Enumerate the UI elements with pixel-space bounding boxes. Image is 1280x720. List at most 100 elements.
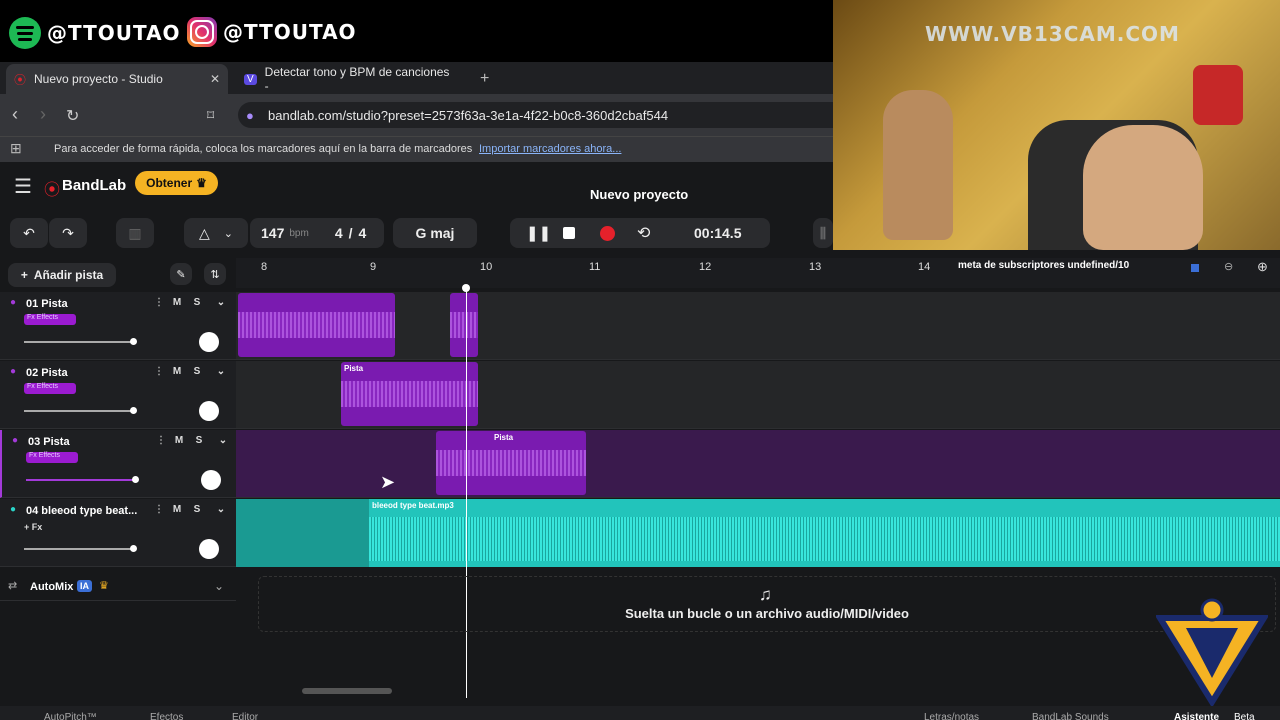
track-lane-2[interactable]: Pista <box>236 361 1280 429</box>
settings-button[interactable]: ⇅ <box>204 263 226 285</box>
chevron-down-icon[interactable]: ⌄ <box>214 504 228 518</box>
pan-knob[interactable] <box>199 332 219 352</box>
add-track-button[interactable]: + Añadir pista <box>8 263 116 287</box>
record-icon[interactable] <box>600 225 615 241</box>
audio-clip[interactable]: bleeod type beat.mp3 <box>369 499 1280 567</box>
zoom-in-icon[interactable]: ⊕ <box>1257 259 1268 275</box>
tab-label: Nuevo proyecto - Studio <box>34 72 163 86</box>
fx-button[interactable]: + Fx <box>24 522 42 532</box>
bandlab-logo-icon: ⦿ <box>44 182 61 199</box>
menu-icon[interactable]: ☰ <box>14 174 32 199</box>
keyboard-button[interactable]: ▥ <box>116 218 154 248</box>
horizontal-scrollbar[interactable] <box>302 688 392 694</box>
get-button[interactable]: Obtener ♛ <box>135 171 218 195</box>
crown-icon: ♛ <box>99 580 109 592</box>
close-icon[interactable]: ✕ <box>210 72 220 86</box>
spotify-icon <box>9 17 41 49</box>
playhead[interactable] <box>466 288 467 698</box>
tab-label: Detectar tono y BPM de canciones - <box>264 65 450 93</box>
key-button[interactable]: G maj <box>393 218 477 248</box>
track-lane-4[interactable]: bleeod type beat.mp3 <box>236 499 1280 567</box>
audio-clip[interactable]: Pista <box>341 362 478 426</box>
watermark: WWW.VB13CAM.COM <box>925 22 1180 46</box>
snap-icon[interactable] <box>1191 264 1199 272</box>
loop-icon[interactable]: ⟲ <box>637 223 650 243</box>
assistant-button[interactable]: Asistente <box>1174 712 1219 720</box>
forward-icon[interactable]: › <box>40 104 46 125</box>
apps-icon[interactable]: ⊞ <box>10 140 22 157</box>
more-icon[interactable]: ⋮ <box>152 297 166 311</box>
track-header-3[interactable]: ● 03 Pista Fx Effects ⋮ M S ⌄ <box>0 430 236 498</box>
solo-button[interactable]: S <box>190 297 204 311</box>
mixer-button[interactable]: ⫼ <box>813 218 833 248</box>
more-icon[interactable]: ⋮ <box>152 504 166 518</box>
bandlab-favicon-icon: ⦿ <box>14 72 27 87</box>
mute-button[interactable]: M <box>172 435 186 449</box>
site-favicon-icon: V <box>244 73 257 85</box>
volume-slider[interactable] <box>26 476 139 483</box>
drop-zone[interactable]: ♫ Suelta un bucle o un archivo audio/MID… <box>258 576 1276 632</box>
tab-detect-key[interactable]: V Detectar tono y BPM de canciones - <box>236 64 464 94</box>
tool-button[interactable]: ✎ <box>170 263 192 285</box>
ruler-tick: 12 <box>699 261 712 273</box>
reload-icon[interactable]: ↻ <box>66 106 79 126</box>
sliders-icon: ⇅ <box>210 268 220 281</box>
automix-row[interactable]: ⇄ AutoMix IA ♛ ⌄ <box>0 573 236 601</box>
mute-button[interactable]: M <box>170 366 184 380</box>
fx-badge[interactable]: Fx Effects <box>24 314 76 325</box>
editor-button[interactable]: Editor <box>232 712 258 720</box>
audio-clip[interactable] <box>238 293 395 357</box>
solo-button[interactable]: S <box>190 366 204 380</box>
solo-button[interactable]: S <box>192 435 206 449</box>
audio-clip[interactable]: Pista <box>436 431 586 495</box>
volume-slider[interactable] <box>24 338 137 345</box>
url-field[interactable]: ● bandlab.com/studio?preset=2573f63a-3e1… <box>238 102 833 128</box>
piano-icon: ▥ <box>128 224 142 241</box>
bookmark-icon[interactable]: ⌑ <box>207 107 214 124</box>
tempo-timesig[interactable]: 147 bpm 4 / 4 <box>250 218 384 248</box>
track-header-4[interactable]: ● 04 bleeod type beat... + Fx ⋮ M S ⌄ <box>0 499 236 567</box>
tab-studio[interactable]: ⦿ Nuevo proyecto - Studio ✕ <box>6 64 228 94</box>
more-icon[interactable]: ⋮ <box>154 435 168 449</box>
import-bookmarks-link[interactable]: Importar marcadores ahora... <box>479 143 621 155</box>
track-lane-1[interactable] <box>236 292 1280 360</box>
more-icon[interactable]: ⋮ <box>152 366 166 380</box>
chevron-down-icon[interactable]: ⌄ <box>216 435 230 449</box>
volume-slider[interactable] <box>24 407 137 414</box>
fade-region <box>236 499 369 567</box>
fx-badge[interactable]: Fx Effects <box>24 383 76 394</box>
track-name: 01 Pista <box>26 298 68 310</box>
autopitch-button[interactable]: AutoPitch™ <box>44 712 97 720</box>
chevron-down-icon[interactable]: ⌄ <box>214 579 224 593</box>
pan-knob[interactable] <box>199 539 219 559</box>
lyrics-button[interactable]: Letras/notas <box>924 712 979 720</box>
pencil-icon: ✎ <box>176 268 186 281</box>
undo-button[interactable]: ↶ <box>10 218 48 248</box>
metronome-button[interactable]: △ ⌄ <box>184 218 248 248</box>
bpm-value: 147 <box>261 225 285 241</box>
track-header-1[interactable]: ● 01 Pista Fx Effects ⋮ M S ⌄ <box>0 292 236 360</box>
pause-icon[interactable]: ❚❚ <box>526 224 551 242</box>
mute-button[interactable]: M <box>170 504 184 518</box>
audio-clip[interactable] <box>450 293 478 357</box>
volume-slider[interactable] <box>24 545 137 552</box>
track-header-2[interactable]: ● 02 Pista Fx Effects ⋮ M S ⌄ <box>0 361 236 429</box>
pan-knob[interactable] <box>199 401 219 421</box>
back-icon[interactable]: ‹ <box>12 104 18 125</box>
project-title: Nuevo proyecto <box>590 187 689 202</box>
pan-knob[interactable] <box>201 470 221 490</box>
effects-button[interactable]: Efectos <box>150 712 183 720</box>
chevron-down-icon[interactable]: ⌄ <box>214 366 228 380</box>
fx-badge[interactable]: Fx Effects <box>26 452 78 463</box>
sounds-button[interactable]: BandLab Sounds <box>1032 712 1109 720</box>
clip-label: bleeod type beat.mp3 <box>372 501 454 510</box>
redo-button[interactable]: ↷ <box>49 218 87 248</box>
solo-button[interactable]: S <box>190 504 204 518</box>
chevron-down-icon[interactable]: ⌄ <box>214 297 228 311</box>
playhead-handle[interactable] <box>462 284 470 292</box>
mute-button[interactable]: M <box>170 297 184 311</box>
automix-label: AutoMix <box>30 581 74 593</box>
zoom-out-icon[interactable]: ⊖ <box>1224 260 1233 273</box>
stop-icon[interactable] <box>563 227 575 239</box>
new-tab-button[interactable]: + <box>472 64 497 94</box>
